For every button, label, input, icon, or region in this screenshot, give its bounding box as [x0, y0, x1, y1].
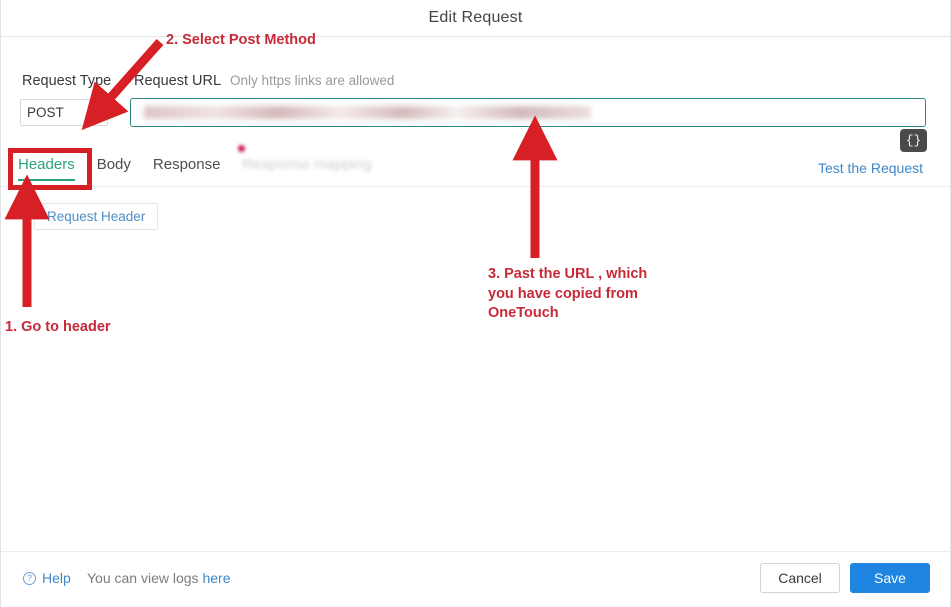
notification-dot-icon: [238, 145, 246, 152]
help-link[interactable]: ? Help: [23, 570, 71, 586]
tab-response-label: Response: [152, 156, 221, 173]
view-logs-text: You can view logs here: [87, 570, 230, 586]
tab-body-label: Body: [96, 156, 131, 173]
annotation-1-text: 1. Go to header: [5, 319, 111, 335]
chevron-down-icon: [93, 110, 101, 115]
tab-response-mapping: Response mapping: [238, 145, 372, 181]
edit-request-dialog: Edit Request Request Type Request URL On…: [0, 0, 951, 607]
tab-bar: Headers Body Response Response mapping: [18, 145, 394, 181]
annotation-3-text: 3. Past the URL , which you have copied …: [488, 266, 648, 322]
request-header-button[interactable]: Request Header: [34, 203, 159, 230]
field-labels-row: Request Type Request URL Only https link…: [22, 73, 394, 89]
request-type-select[interactable]: POST: [20, 99, 108, 126]
tab-response[interactable]: Response: [153, 156, 221, 181]
test-the-request-link[interactable]: Test the Request: [818, 160, 923, 176]
dialog-footer: ? Help You can view logs here Cancel Sav…: [1, 552, 950, 607]
request-url-label: Request URL: [134, 73, 222, 89]
window-border-left: [0, 0, 1, 607]
help-label: Help: [42, 570, 71, 586]
request-type-selected-value: POST: [27, 105, 64, 120]
tab-body[interactable]: Body: [97, 156, 131, 181]
request-url-input[interactable]: [130, 98, 926, 127]
save-button[interactable]: Save: [850, 563, 930, 593]
tab-headers-label: Headers: [18, 156, 75, 173]
https-hint-text: Only https links are allowed: [230, 73, 395, 88]
annotation-arrows: [4, 39, 558, 307]
tab-response-mapping-label: Response mapping: [242, 156, 372, 173]
dialog-titlebar: Edit Request: [1, 0, 950, 37]
tab-headers[interactable]: Headers: [18, 156, 75, 181]
view-logs-prefix: You can view logs: [87, 570, 203, 586]
view-logs-link[interactable]: here: [202, 570, 230, 586]
request-url-redacted-value: [144, 106, 591, 119]
request-type-label: Request Type: [22, 73, 112, 89]
tab-bar-divider: [1, 186, 950, 187]
annotation-overlay: 2. Select Post Method 1. Go to header 3.…: [0, 0, 951, 607]
dialog-title: Edit Request: [428, 9, 523, 26]
json-braces-icon[interactable]: {}: [900, 129, 927, 152]
cancel-button[interactable]: Cancel: [760, 563, 840, 593]
question-circle-icon: ?: [23, 571, 36, 585]
